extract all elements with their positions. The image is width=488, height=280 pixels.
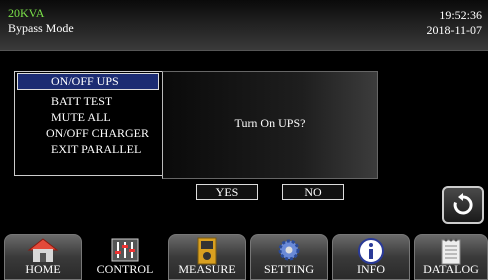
tab-label: DATALOG <box>423 262 479 276</box>
dialog-message: Turn On UPS? <box>234 116 306 130</box>
tab-label: INFO <box>356 262 385 276</box>
clock-time: 19:52:36 <box>439 8 482 22</box>
tab-label: MEASURE <box>178 262 236 276</box>
house-icon <box>27 238 59 262</box>
menu-item-label: ON/OFF UPS <box>51 74 119 88</box>
no-button[interactable]: NO <box>282 184 344 200</box>
clock-date: 2018-11-07 <box>426 23 482 37</box>
menu-item-on-off-charger[interactable]: ON/OFF CHARGER <box>46 126 149 141</box>
back-button[interactable] <box>442 186 484 224</box>
tab-info[interactable]: INFO <box>332 234 410 280</box>
control-menu: ON/OFF UPS BATT TEST MUTE ALL ON/OFF CHA… <box>14 71 163 176</box>
tab-datalog[interactable]: DATALOG <box>414 234 488 280</box>
sliders-icon <box>111 238 139 262</box>
tab-setting[interactable]: SETTING <box>250 234 328 280</box>
tab-label: CONTROL <box>96 262 154 276</box>
tab-home[interactable]: HOME <box>4 234 82 280</box>
menu-item-exit-parallel[interactable]: EXIT PARALLEL <box>51 142 141 157</box>
back-arrow-icon <box>453 193 473 215</box>
tab-measure[interactable]: MEASURE <box>168 234 246 280</box>
meter-icon <box>197 237 217 265</box>
gear-icon <box>278 239 300 261</box>
mode-label: Bypass Mode <box>8 21 74 35</box>
tab-control[interactable]: CONTROL <box>86 234 164 280</box>
model-label: 20KVA <box>8 6 45 20</box>
menu-item-on-off-ups[interactable]: ON/OFF UPS <box>17 73 159 90</box>
menu-item-batt-test[interactable]: BATT TEST <box>51 94 112 109</box>
confirm-dialog: Turn On UPS? <box>162 71 378 179</box>
tab-bar: HOME CONTROL MEASURE SETTING INFO DATALO… <box>0 232 488 280</box>
status-header: 20KVA Bypass Mode 19:52:36 2018-11-07 <box>0 0 488 51</box>
tab-label: HOME <box>25 262 61 276</box>
tab-label: SETTING <box>264 262 314 276</box>
info-icon <box>358 238 384 264</box>
yes-button[interactable]: YES <box>196 184 258 200</box>
menu-item-mute-all[interactable]: MUTE ALL <box>51 110 111 125</box>
notepad-icon <box>441 238 461 265</box>
